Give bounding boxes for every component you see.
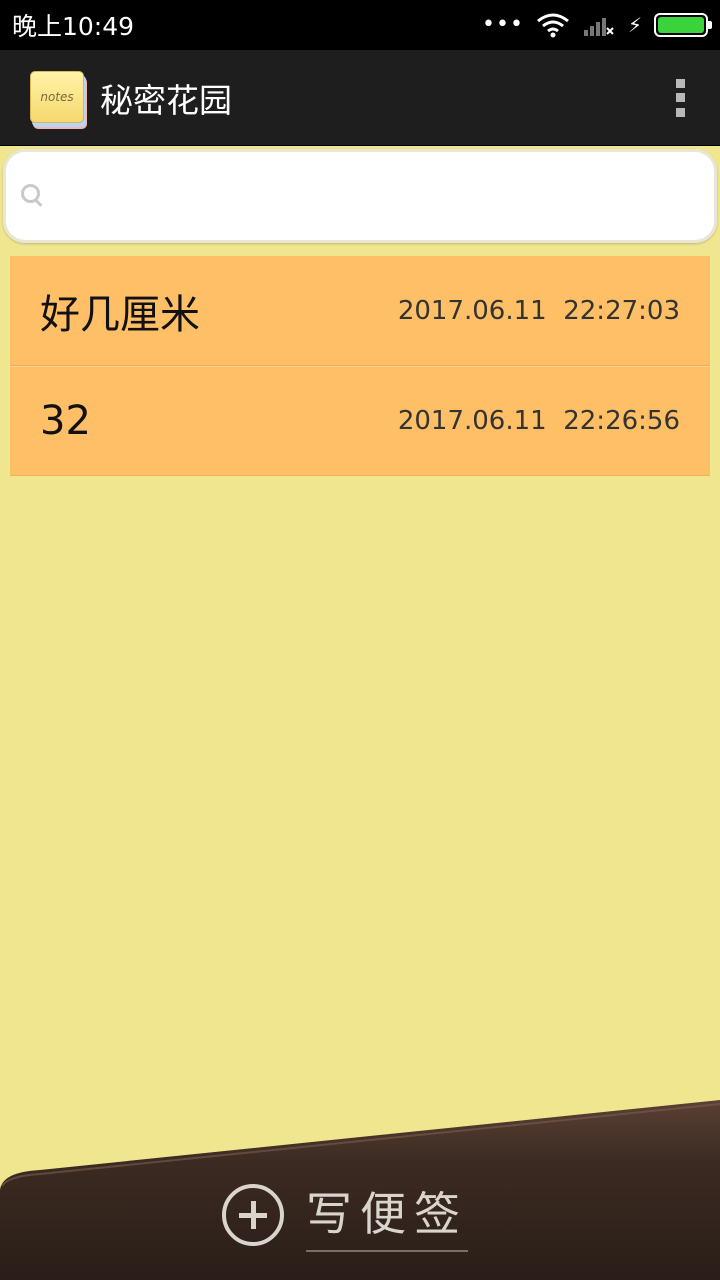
search-input[interactable] bbox=[55, 166, 717, 226]
menu-dot bbox=[675, 107, 685, 117]
note-date: 2017.06.11 bbox=[397, 406, 547, 436]
note-timestamp: 2017.06.11 22:27:03 bbox=[398, 296, 680, 326]
menu-dot bbox=[675, 78, 685, 88]
write-note-label: 写便签 bbox=[306, 1178, 468, 1252]
app-title: 秘密花园 bbox=[100, 80, 232, 120]
note-time: 22:27:03 bbox=[563, 295, 680, 326]
notes-app-icon[interactable]: notes bbox=[28, 69, 86, 127]
more-dots-icon: ••• bbox=[482, 12, 524, 37]
status-icons: ••• ⚡ bbox=[482, 12, 712, 38]
note-title: 好几厘米 bbox=[40, 291, 200, 338]
note-title: 32 bbox=[40, 398, 91, 444]
signal-icon bbox=[583, 18, 614, 36]
note-timestamp: 2017.06.11 22:26:56 bbox=[398, 406, 680, 436]
charging-icon: ⚡ bbox=[627, 13, 642, 37]
search-box[interactable] bbox=[3, 149, 717, 243]
action-bar: notes 秘密花园 bbox=[0, 50, 720, 146]
overflow-menu-icon[interactable] bbox=[668, 73, 692, 123]
menu-dot bbox=[675, 93, 685, 102]
note-item[interactable]: 32 2017.06.11 22:26:56 bbox=[10, 366, 710, 476]
status-time: 晚上10:49 bbox=[12, 12, 135, 41]
battery-icon bbox=[654, 13, 712, 37]
battery-level bbox=[658, 17, 704, 33]
add-circle-icon bbox=[222, 1184, 284, 1246]
note-list: 好几厘米 2017.06.11 22:27:03 32 2017.06.11 2… bbox=[10, 256, 710, 476]
note-time: 22:26:56 bbox=[563, 406, 680, 436]
note-item[interactable]: 好几厘米 2017.06.11 22:27:03 bbox=[10, 256, 710, 366]
search-icon bbox=[21, 184, 45, 208]
wifi-icon bbox=[537, 13, 569, 38]
notes-icon-text: notes bbox=[30, 70, 84, 123]
write-note-button[interactable]: 写便签 bbox=[222, 1178, 468, 1252]
note-date: 2017.06.11 bbox=[397, 295, 547, 326]
status-bar: 晚上10:49 ••• ⚡ bbox=[0, 0, 720, 50]
